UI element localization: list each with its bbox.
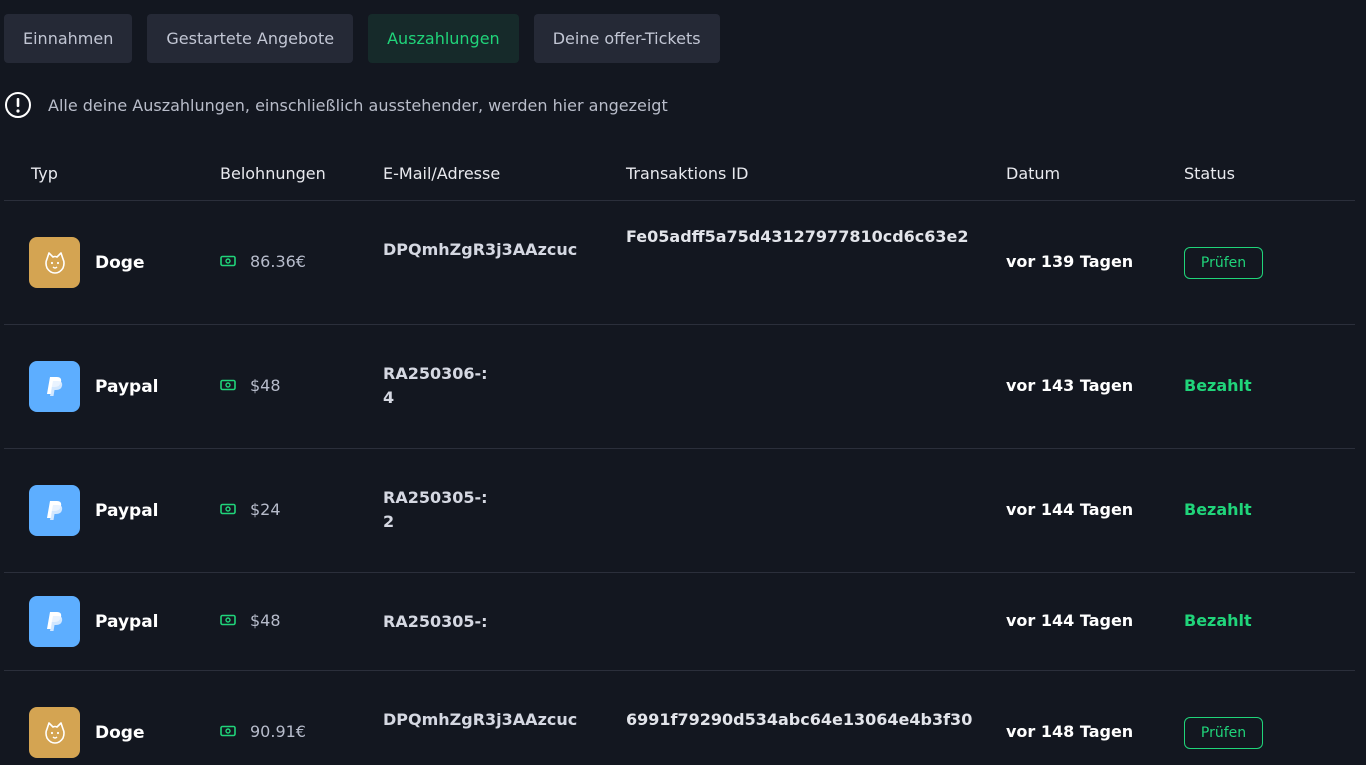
paypal-icon: [29, 485, 80, 536]
type-cell: Paypal: [29, 596, 159, 647]
tab-einnahmen[interactable]: Einnahmen: [4, 14, 133, 63]
status-cell: Bezahlt: [1184, 611, 1252, 630]
table-row: Paypal $48 RA250306-: 4 vor 143 Tagen Be…: [4, 325, 1355, 449]
status-paid-label: Bezahlt: [1184, 500, 1252, 519]
address-text: RA250305-:: [383, 488, 488, 507]
payouts-page: Einnahmen Gestartete Angebote Auszahlung…: [0, 0, 1366, 765]
info-notice: Alle deine Auszahlungen, einschließlich …: [4, 91, 668, 119]
date-cell: vor 144 Tagen: [1006, 500, 1134, 519]
address-text: RA250305-:: [383, 612, 488, 631]
reward-amount: 90.91€: [250, 722, 306, 741]
type-label: Doge: [95, 252, 145, 273]
doge-icon: [29, 707, 80, 758]
status-cell: Bezahlt: [1184, 376, 1252, 395]
date-cell: vor 139 Tagen: [1006, 252, 1134, 271]
reward-cell: $48: [220, 376, 281, 395]
status-paid-label: Bezahlt: [1184, 376, 1252, 395]
table-row: Doge 90.91€ DPQmhZgR3j3AAzcuc 6991f79290…: [4, 671, 1355, 765]
type-cell: Paypal: [29, 485, 159, 536]
reward-cell: $24: [220, 500, 281, 519]
tab-offer-tickets[interactable]: Deine offer-Tickets: [533, 14, 720, 63]
paypal-icon: [29, 361, 80, 412]
tab-bar: Einnahmen Gestartete Angebote Auszahlung…: [4, 14, 720, 63]
date-cell: vor 143 Tagen: [1006, 376, 1134, 395]
type-label: Paypal: [95, 376, 159, 397]
payouts-table: Typ Belohnungen E-Mail/Adresse Transakti…: [4, 150, 1355, 765]
type-cell: Doge: [29, 237, 145, 288]
type-label: Doge: [95, 722, 145, 743]
header-rewards: Belohnungen: [220, 164, 326, 183]
status-cell: Prüfen: [1184, 247, 1263, 279]
status-cell: Prüfen: [1184, 717, 1263, 749]
table-row: Paypal $24 RA250305-: 2 vor 144 Tagen Be…: [4, 449, 1355, 573]
address-cell: RA250305-:: [383, 610, 488, 634]
table-row: Doge 86.36€ DPQmhZgR3j3AAzcuc Fe05adff5a…: [4, 201, 1355, 325]
address-cell: DPQmhZgR3j3AAzcuc: [383, 238, 577, 262]
paypal-icon: [29, 596, 80, 647]
type-label: Paypal: [95, 611, 159, 632]
date-cell: vor 144 Tagen: [1006, 611, 1134, 630]
address-text: RA250306-:: [383, 364, 488, 383]
address-cell: RA250305-: 2: [383, 486, 488, 534]
address-cell: DPQmhZgR3j3AAzcuc: [383, 708, 577, 732]
header-type: Typ: [31, 164, 58, 183]
reward-amount: $48: [250, 376, 281, 395]
money-icon: [220, 252, 236, 271]
header-transaction-id: Transaktions ID: [626, 164, 749, 183]
tab-auszahlungen[interactable]: Auszahlungen: [368, 14, 519, 63]
transaction-id-cell: Fe05adff5a75d43127977810cd6c63e2: [626, 225, 969, 249]
type-cell: Paypal: [29, 361, 159, 412]
money-icon: [220, 722, 236, 741]
address-text: DPQmhZgR3j3AAzcuc: [383, 240, 578, 259]
doge-icon: [29, 237, 80, 288]
header-status: Status: [1184, 164, 1235, 183]
money-icon: [220, 611, 236, 630]
address-text: DPQmhZgR3j3AAzcuc: [383, 710, 578, 729]
check-button[interactable]: Prüfen: [1184, 717, 1263, 749]
address-text-continued: 2: [383, 512, 395, 531]
date-cell: vor 148 Tagen: [1006, 722, 1134, 741]
status-paid-label: Bezahlt: [1184, 611, 1252, 630]
transaction-id-text: 6991f79290d534abc64e13064e4b3f30: [626, 710, 973, 729]
tab-gestartete-angebote[interactable]: Gestartete Angebote: [147, 14, 354, 63]
table-row: Paypal $48 RA250305-: vor 144 Tagen Beza…: [4, 573, 1355, 671]
reward-cell: $48: [220, 611, 281, 630]
reward-amount: 86.36€: [250, 252, 306, 271]
reward-cell: 90.91€: [220, 722, 306, 741]
table-header: Typ Belohnungen E-Mail/Adresse Transakti…: [4, 150, 1355, 201]
reward-amount: $48: [250, 611, 281, 630]
money-icon: [220, 500, 236, 519]
transaction-id-text: Fe05adff5a75d43127977810cd6c63e2: [626, 227, 969, 246]
money-icon: [220, 376, 236, 395]
type-cell: Doge: [29, 707, 145, 758]
reward-amount: $24: [250, 500, 281, 519]
exclamation-circle-icon: [4, 91, 32, 119]
type-label: Paypal: [95, 500, 159, 521]
status-cell: Bezahlt: [1184, 500, 1252, 519]
address-cell: RA250306-: 4: [383, 362, 488, 410]
address-text-continued: 4: [383, 388, 395, 407]
check-button[interactable]: Prüfen: [1184, 247, 1263, 279]
header-address: E-Mail/Adresse: [383, 164, 501, 183]
header-date: Datum: [1006, 164, 1061, 183]
reward-cell: 86.36€: [220, 252, 306, 271]
info-text: Alle deine Auszahlungen, einschließlich …: [48, 95, 668, 115]
transaction-id-cell: 6991f79290d534abc64e13064e4b3f30: [626, 708, 972, 732]
